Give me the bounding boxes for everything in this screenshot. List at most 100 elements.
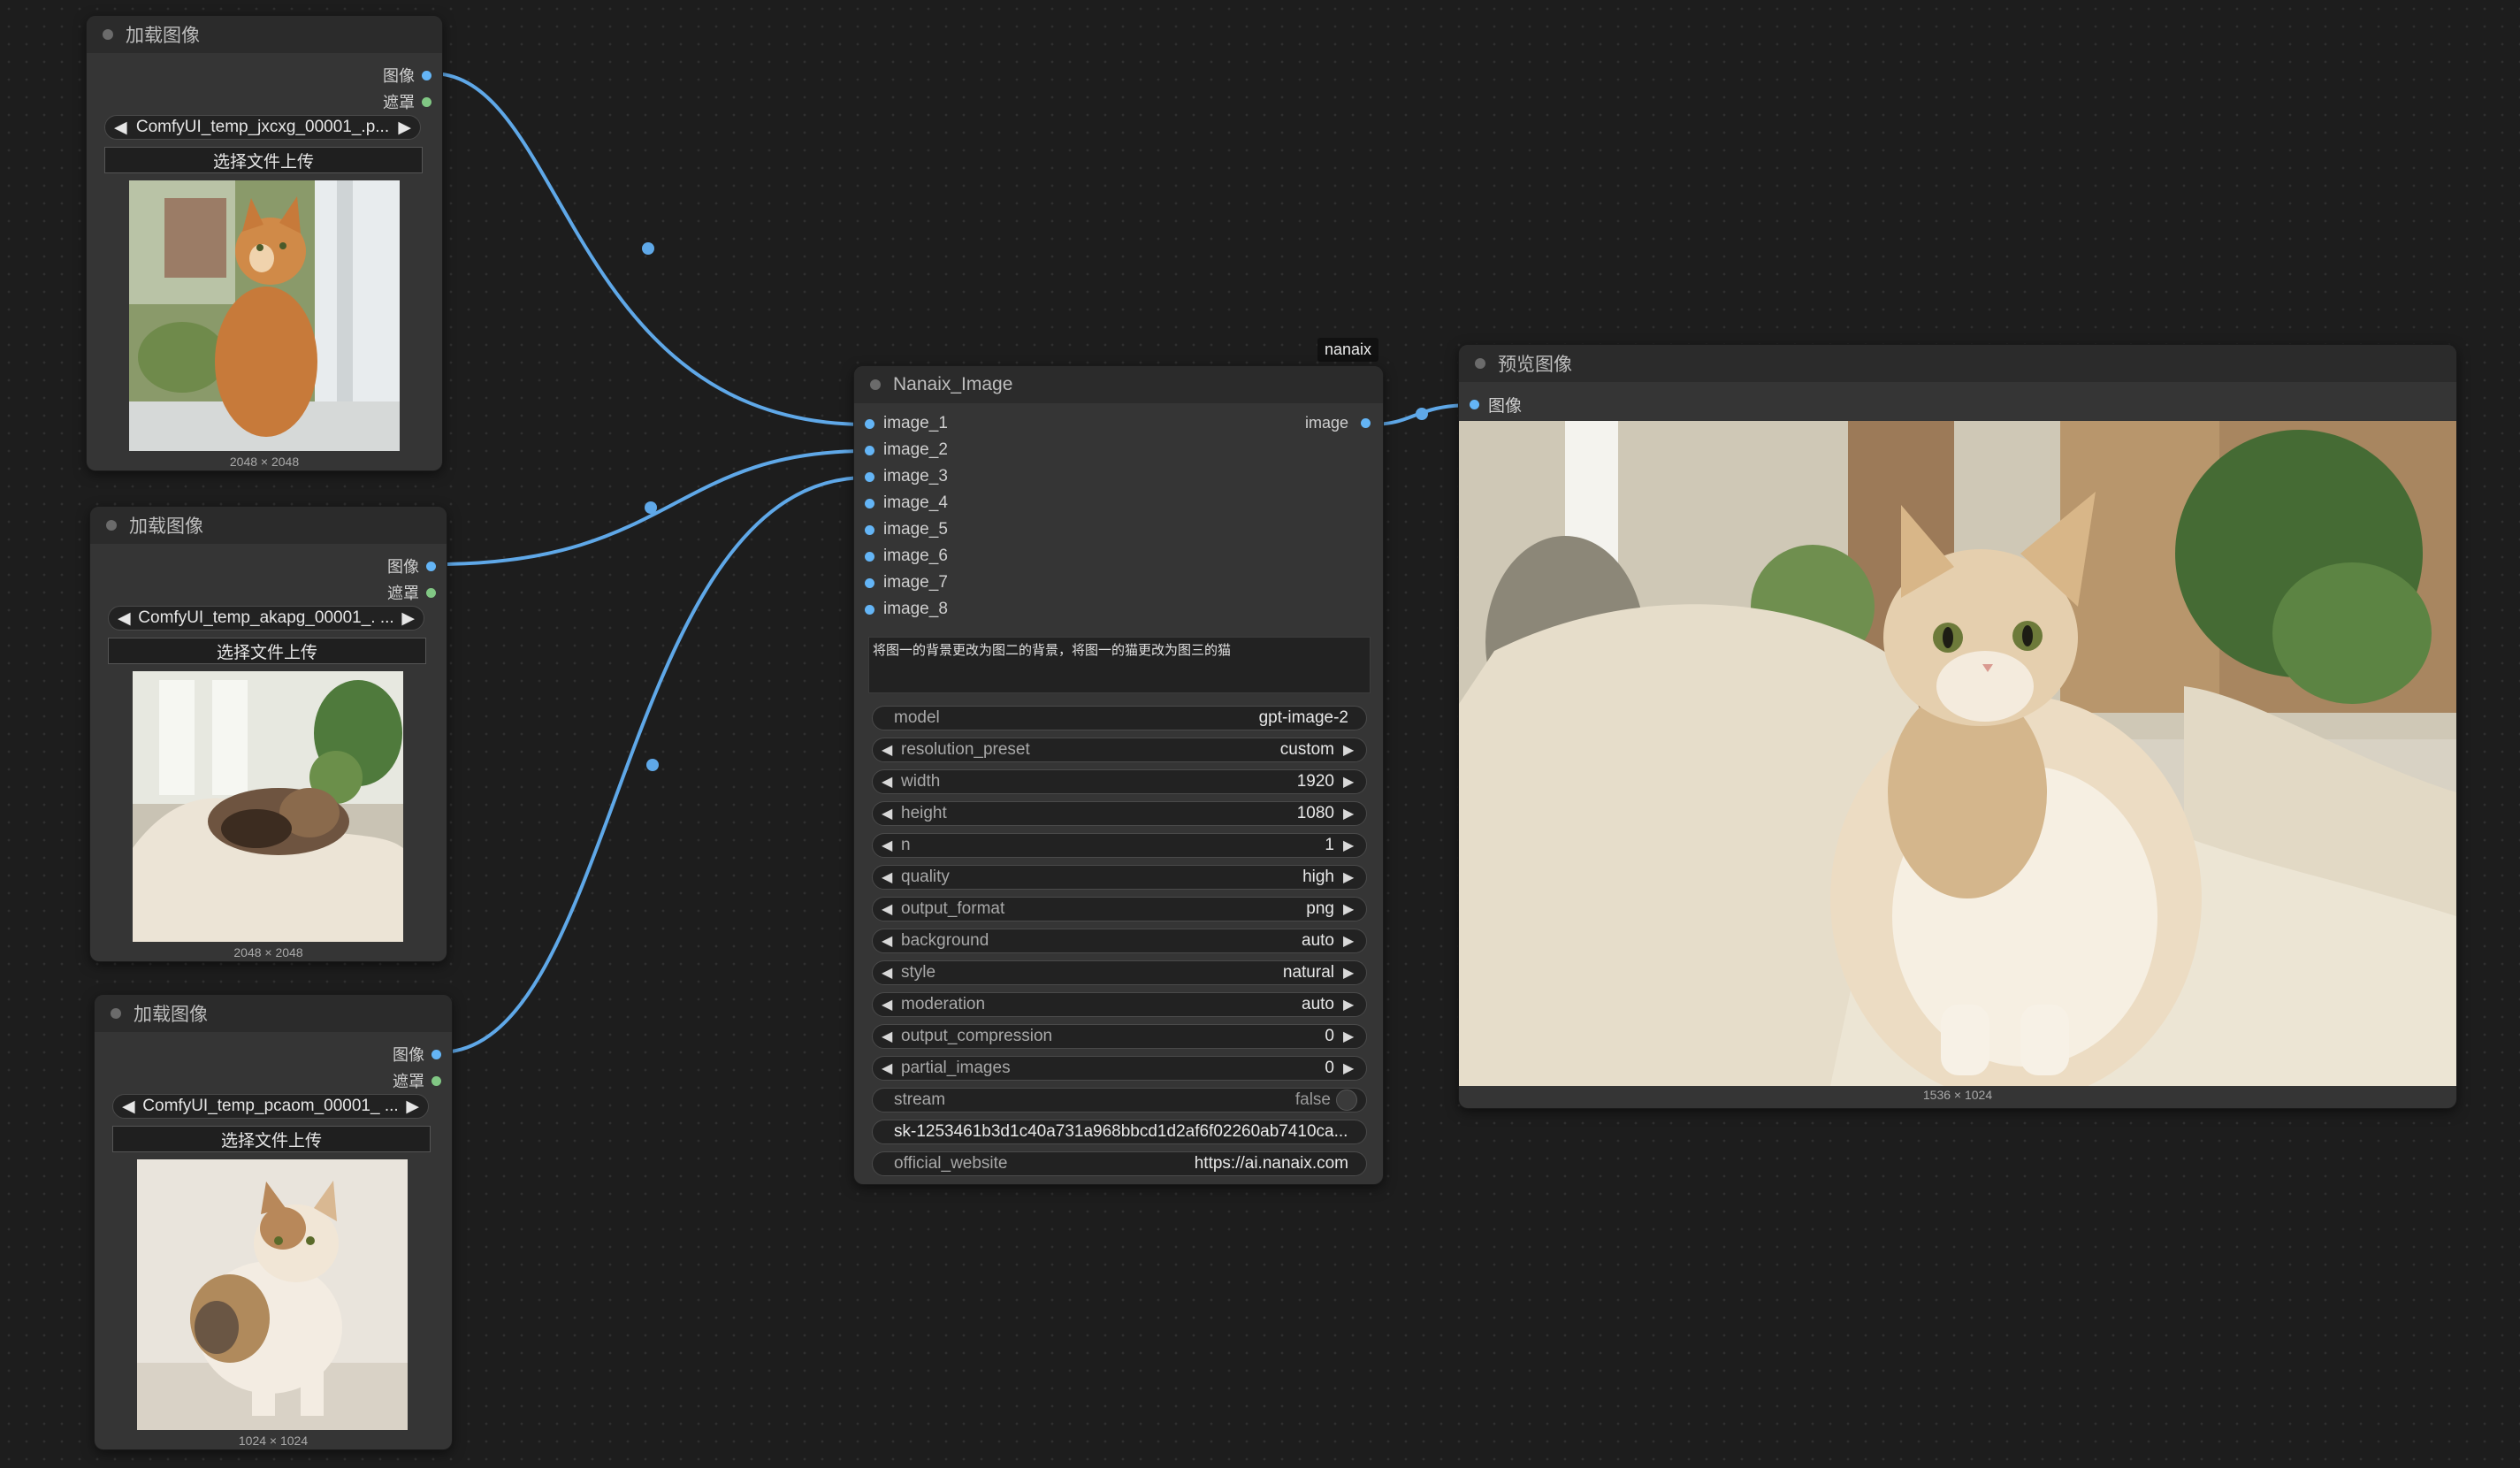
right-arrow-icon[interactable]: ▶	[1343, 1059, 1357, 1077]
toggle-knob-icon[interactable]	[1336, 1090, 1357, 1111]
widget-width[interactable]: ◀ width 1920 ▶	[872, 769, 1367, 794]
input-socket-icon[interactable]	[865, 577, 874, 588]
widget-n[interactable]: ◀ n 1 ▶	[872, 833, 1367, 858]
mask-socket-icon[interactable]	[431, 1075, 441, 1086]
output-mask[interactable]: 遮罩	[387, 581, 436, 604]
widget-quality[interactable]: ◀ quality high ▶	[872, 865, 1367, 890]
output-mask[interactable]: 遮罩	[393, 1069, 441, 1092]
image-socket-icon[interactable]	[422, 70, 431, 80]
right-arrow-icon[interactable]: ▶	[1343, 996, 1357, 1013]
image-file-select[interactable]: ◀ ComfyUI_temp_pcaom_00001_ ... ▶	[112, 1094, 429, 1119]
widget-stream-toggle[interactable]: stream false	[872, 1088, 1367, 1112]
image-socket-icon[interactable]	[431, 1049, 441, 1059]
left-arrow-icon[interactable]: ◀	[882, 1028, 896, 1045]
right-arrow-icon[interactable]: ▶	[1343, 837, 1357, 854]
widget-official-website[interactable]: official_website https://ai.nanaix.com	[872, 1151, 1367, 1176]
left-arrow-icon[interactable]: ◀	[882, 900, 896, 918]
load-image-node-3[interactable]: 加载图像 图像 遮罩 ◀ ComfyUI_temp_pcaom_00001_ ..…	[95, 995, 452, 1449]
input-socket-icon[interactable]	[865, 551, 874, 562]
right-arrow-icon[interactable]: ▶	[406, 1097, 419, 1117]
load-image-node-2[interactable]: 加载图像 图像 遮罩 ◀ ComfyUI_temp_akapg_00001_. .…	[90, 507, 447, 961]
input-image-6[interactable]: image_6	[865, 547, 948, 566]
collapse-dot-icon[interactable]	[870, 379, 881, 390]
widget-model[interactable]: model gpt-image-2	[872, 706, 1367, 730]
input-image-3[interactable]: image_3	[865, 467, 948, 486]
node-header[interactable]: Nanaix_Image	[854, 366, 1383, 403]
input-image-2[interactable]: image_2	[865, 440, 948, 460]
left-arrow-icon[interactable]: ◀	[882, 1059, 896, 1077]
preview-image-node[interactable]: 预览图像 图像 1536 × 1024	[1459, 345, 2456, 1108]
collapse-dot-icon[interactable]	[111, 1008, 121, 1019]
widget-resolution-preset[interactable]: ◀ resolution_preset custom ▶	[872, 738, 1367, 762]
right-arrow-icon[interactable]: ▶	[1343, 900, 1357, 918]
image-socket-icon[interactable]	[426, 561, 436, 571]
mask-socket-icon[interactable]	[422, 96, 431, 107]
mask-socket-icon[interactable]	[426, 587, 436, 598]
input-image-4[interactable]: image_4	[865, 493, 948, 513]
node-header[interactable]: 预览图像	[1459, 345, 2456, 382]
input-socket-icon[interactable]	[865, 471, 874, 482]
nanaix-image-node[interactable]: Nanaix_Image image image_1 image_2 image…	[854, 366, 1383, 1184]
upload-button[interactable]: 选择文件上传	[112, 1126, 431, 1152]
input-image-1[interactable]: image_1	[865, 414, 948, 433]
input-socket-icon[interactable]	[865, 604, 874, 615]
right-arrow-icon[interactable]: ▶	[401, 608, 415, 629]
widget-style[interactable]: ◀ style natural ▶	[872, 960, 1367, 985]
left-arrow-icon[interactable]: ◀	[882, 868, 896, 886]
preview-output-image	[1459, 421, 2456, 1086]
input-socket-icon[interactable]	[865, 524, 874, 535]
right-arrow-icon[interactable]: ▶	[1343, 741, 1357, 759]
right-arrow-icon[interactable]: ▶	[1343, 805, 1357, 822]
input-image-7[interactable]: image_7	[865, 573, 948, 593]
node-header[interactable]: 加载图像	[95, 995, 452, 1032]
left-arrow-icon[interactable]: ◀	[118, 608, 131, 629]
left-arrow-icon[interactable]: ◀	[882, 837, 896, 854]
input-image[interactable]: 图像	[1470, 393, 1522, 417]
left-arrow-icon[interactable]: ◀	[122, 1097, 135, 1117]
left-arrow-icon[interactable]: ◀	[882, 932, 896, 950]
image-file-select[interactable]: ◀ ComfyUI_temp_akapg_00001_. ... ▶	[108, 606, 424, 631]
widget-api-key[interactable]: sk-1253461b3d1c40a731a968bbcd1d2af6f0226…	[872, 1120, 1367, 1144]
upload-button[interactable]: 选择文件上传	[104, 147, 423, 173]
collapse-dot-icon[interactable]	[106, 520, 117, 531]
right-arrow-icon[interactable]: ▶	[1343, 932, 1357, 950]
left-arrow-icon[interactable]: ◀	[882, 773, 896, 791]
input-image-8[interactable]: image_8	[865, 600, 948, 619]
left-arrow-icon[interactable]: ◀	[882, 996, 896, 1013]
input-socket-icon[interactable]	[865, 498, 874, 508]
widget-height[interactable]: ◀ height 1080 ▶	[872, 801, 1367, 826]
right-arrow-icon[interactable]: ▶	[1343, 773, 1357, 791]
output-image[interactable]: image	[1305, 414, 1371, 432]
left-arrow-icon[interactable]: ◀	[882, 741, 896, 759]
output-mask[interactable]: 遮罩	[383, 90, 431, 113]
right-arrow-icon[interactable]: ▶	[1343, 1028, 1357, 1045]
widget-partial-images[interactable]: ◀ partial_images 0 ▶	[872, 1056, 1367, 1081]
left-arrow-icon[interactable]: ◀	[882, 805, 896, 822]
node-header[interactable]: 加载图像	[90, 507, 447, 544]
left-arrow-icon[interactable]: ◀	[114, 118, 127, 138]
left-arrow-icon[interactable]: ◀	[882, 964, 896, 982]
input-socket-icon[interactable]	[865, 445, 874, 455]
node-header[interactable]: 加载图像	[87, 16, 442, 53]
prompt-textarea[interactable]: 将图一的背景更改为图二的背景，将图一的猫更改为图三的猫	[868, 637, 1371, 693]
collapse-dot-icon[interactable]	[1475, 358, 1485, 369]
right-arrow-icon[interactable]: ▶	[1343, 868, 1357, 886]
output-image[interactable]: 图像	[387, 554, 436, 577]
output-image[interactable]: 图像	[393, 1043, 441, 1066]
input-label: image_8	[883, 600, 948, 618]
output-image[interactable]: 图像	[383, 64, 431, 87]
input-socket-icon[interactable]	[865, 418, 874, 429]
input-image-5[interactable]: image_5	[865, 520, 948, 539]
image-socket-icon[interactable]	[1361, 418, 1371, 428]
widget-output-compression[interactable]: ◀ output_compression 0 ▶	[872, 1024, 1367, 1049]
upload-button[interactable]: 选择文件上传	[108, 638, 426, 664]
image-file-select[interactable]: ◀ ComfyUI_temp_jxcxg_00001_.p... ▶	[104, 115, 421, 140]
right-arrow-icon[interactable]: ▶	[398, 118, 411, 138]
right-arrow-icon[interactable]: ▶	[1343, 964, 1357, 982]
widget-output-format[interactable]: ◀ output_format png ▶	[872, 897, 1367, 921]
widget-moderation[interactable]: ◀ moderation auto ▶	[872, 992, 1367, 1017]
widget-background[interactable]: ◀ background auto ▶	[872, 929, 1367, 953]
load-image-node-1[interactable]: 加载图像 图像 遮罩 ◀ ComfyUI_temp_jxcxg_00001_.p.…	[87, 16, 442, 470]
input-socket-icon[interactable]	[1470, 400, 1479, 409]
collapse-dot-icon[interactable]	[103, 29, 113, 40]
